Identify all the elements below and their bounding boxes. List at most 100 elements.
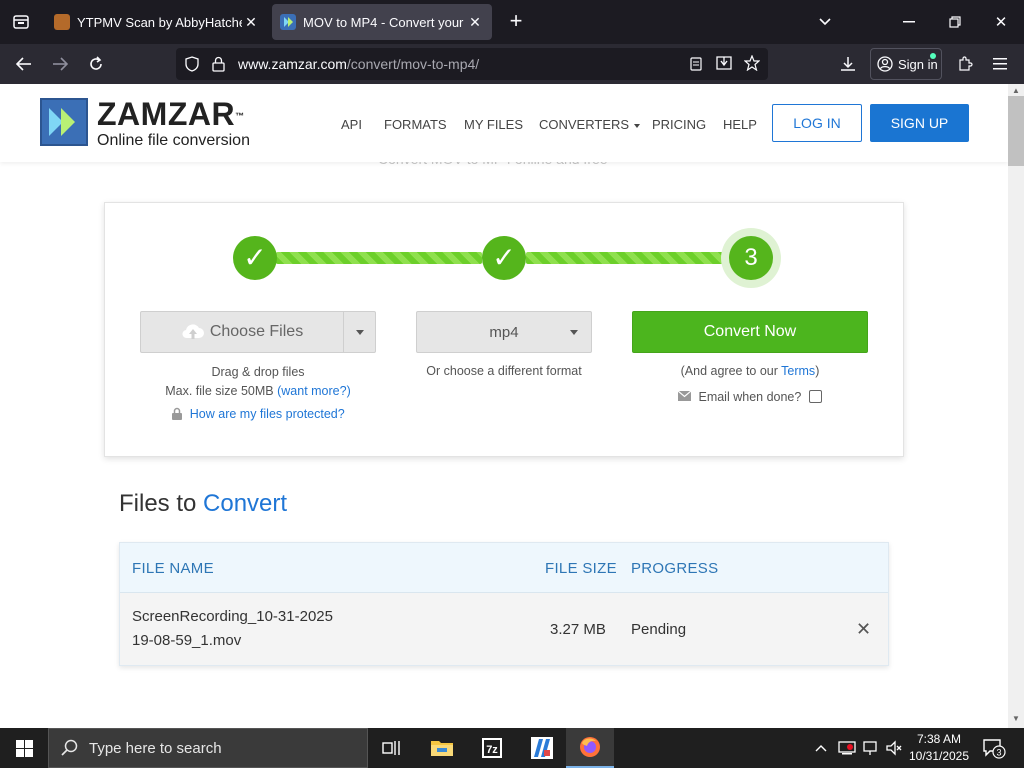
progress-track-2 [526, 252, 732, 264]
format-select[interactable]: mp4 [416, 311, 592, 353]
speaker-muted-icon [886, 740, 902, 756]
max-size-line: Max. file size 50MB (want more?) [120, 384, 396, 398]
email-when-done-line: Email when done? [677, 390, 808, 404]
convert-now-button[interactable]: Convert Now [632, 311, 868, 353]
device-tray-icon[interactable] [838, 728, 856, 768]
forward-button[interactable] [46, 50, 74, 78]
nav-api[interactable]: API [341, 117, 362, 132]
choose-files-main[interactable]: Choose Files [141, 312, 343, 352]
notification-count: 3 [996, 748, 1001, 758]
choose-files-label: Choose Files [209, 323, 304, 340]
taskbar-search[interactable]: Type here to search [48, 728, 368, 768]
url-text[interactable]: www.zamzar.com/convert/mov-to-mp4/ [238, 56, 479, 72]
file-explorer-app[interactable] [418, 728, 466, 768]
step-3-current: 3 [729, 236, 773, 280]
lock-icon[interactable] [212, 56, 225, 72]
task-view-button[interactable] [368, 728, 416, 768]
tab-close-icon[interactable]: ✕ [242, 14, 260, 31]
7zip-app[interactable]: 7z [468, 728, 516, 768]
lock-icon [172, 407, 183, 420]
restore-button[interactable] [932, 0, 978, 44]
back-button[interactable] [10, 50, 38, 78]
choose-files-dropdown[interactable] [344, 312, 376, 352]
agree-terms-line: (And agree to our Terms) [632, 364, 868, 378]
network-icon [863, 741, 877, 755]
page-scrollbar[interactable] [1008, 84, 1024, 728]
step-2-done: ✓ [482, 236, 526, 280]
files-protected-link[interactable]: How are my files protected? [190, 407, 345, 421]
step-1-done: ✓ [233, 236, 277, 280]
tab-overflow-button[interactable] [802, 0, 848, 44]
bookmark-star-icon[interactable] [744, 55, 760, 71]
shield-icon[interactable] [185, 56, 199, 72]
progress-track-1 [276, 252, 482, 264]
column-file-size: FILE SIZE [545, 560, 617, 577]
search-placeholder: Type here to search [89, 739, 222, 757]
column-progress: PROGRESS [631, 560, 719, 577]
email-when-done-checkbox[interactable] [809, 390, 822, 403]
page-content: ZAMZAR™ Online file conversion API FORMA… [0, 84, 1008, 728]
minimize-icon [903, 21, 915, 23]
tab-ytpmv[interactable]: YTPMV Scan by AbbyHatcheran ✕ [46, 4, 268, 40]
volume-tray-icon[interactable] [885, 728, 903, 768]
tab-title: MOV to MP4 - Convert your MOV [303, 14, 466, 30]
nav-my-files[interactable]: MY FILES [464, 117, 523, 132]
progress-status: Pending [631, 621, 687, 638]
sign-in-button[interactable]: Sign in [870, 48, 942, 80]
choose-files-button[interactable]: Choose Files [140, 311, 376, 353]
restore-icon [949, 16, 961, 28]
windows-taskbar: Type here to search 7z 7:38 AM 10/31/202… [0, 728, 1024, 768]
save-to-pocket-icon[interactable] [716, 56, 732, 71]
caret-down-icon [356, 329, 364, 335]
remove-file-icon[interactable]: ✕ [856, 619, 871, 640]
browser-tab-bar: YTPMV Scan by AbbyHatcheran ✕ MOV to MP4… [0, 0, 1024, 44]
tab-zamzar[interactable]: MOV to MP4 - Convert your MOV ✕ [272, 4, 492, 40]
scroll-down-arrow-icon[interactable]: ▼ [1008, 714, 1024, 726]
puzzle-icon [959, 56, 973, 71]
new-tab-button[interactable]: + [502, 8, 530, 36]
reload-button[interactable] [82, 50, 110, 78]
log-in-button[interactable]: LOG IN [772, 104, 862, 142]
editor-app[interactable] [518, 728, 566, 768]
network-tray-icon[interactable] [862, 728, 880, 768]
files-title-part1: Files to [119, 490, 197, 517]
extensions-button[interactable] [951, 50, 979, 78]
chevron-up-icon [815, 744, 827, 751]
arrow-right-icon [53, 57, 68, 71]
zamzar-logo-icon[interactable] [40, 98, 88, 146]
zamzar-favicon-icon [280, 14, 296, 30]
nav-converters[interactable]: CONVERTERS [539, 117, 641, 132]
taskbar-clock[interactable]: 7:38 AM 10/31/2025 [904, 731, 974, 765]
reader-view-icon[interactable] [690, 57, 702, 71]
cloud-upload-icon [182, 324, 204, 339]
tab-list-button[interactable] [0, 0, 42, 44]
clock-date: 10/31/2025 [908, 749, 970, 763]
device-icon [838, 741, 856, 755]
url-bar[interactable]: www.zamzar.com/convert/mov-to-mp4/ [176, 48, 768, 80]
logo[interactable]: ZAMZAR™ Online file conversion [97, 98, 250, 150]
caret-down-icon [634, 123, 641, 128]
close-window-button[interactable]: ✕ [978, 0, 1024, 44]
minimize-button[interactable] [886, 0, 932, 44]
want-more-link[interactable]: (want more?) [277, 384, 351, 398]
nav-help[interactable]: HELP [723, 117, 757, 132]
nav-converters-label: CONVERTERS [539, 117, 630, 132]
firefox-app[interactable] [566, 728, 614, 768]
site-header: ZAMZAR™ Online file conversion API FORMA… [0, 84, 1008, 162]
file-size-value: 3.27 MB [550, 621, 606, 638]
notification-center-button[interactable]: 3 [982, 736, 1006, 760]
svg-text:7z: 7z [486, 744, 498, 756]
start-button[interactable] [0, 728, 48, 768]
show-hidden-icons[interactable] [814, 728, 828, 768]
menu-button[interactable] [986, 50, 1014, 78]
sign-up-button[interactable]: SIGN UP [870, 104, 969, 142]
folder-icon [431, 741, 453, 756]
nav-formats[interactable]: FORMATS [384, 117, 447, 132]
terms-link[interactable]: Terms [781, 364, 815, 378]
tab-close-icon[interactable]: ✕ [466, 14, 484, 31]
chevron-down-icon [819, 18, 831, 26]
downloads-button[interactable] [834, 50, 862, 78]
close-icon: ✕ [994, 14, 1008, 31]
nav-pricing[interactable]: PRICING [652, 117, 706, 132]
scrollbar-thumb[interactable] [1008, 96, 1024, 166]
